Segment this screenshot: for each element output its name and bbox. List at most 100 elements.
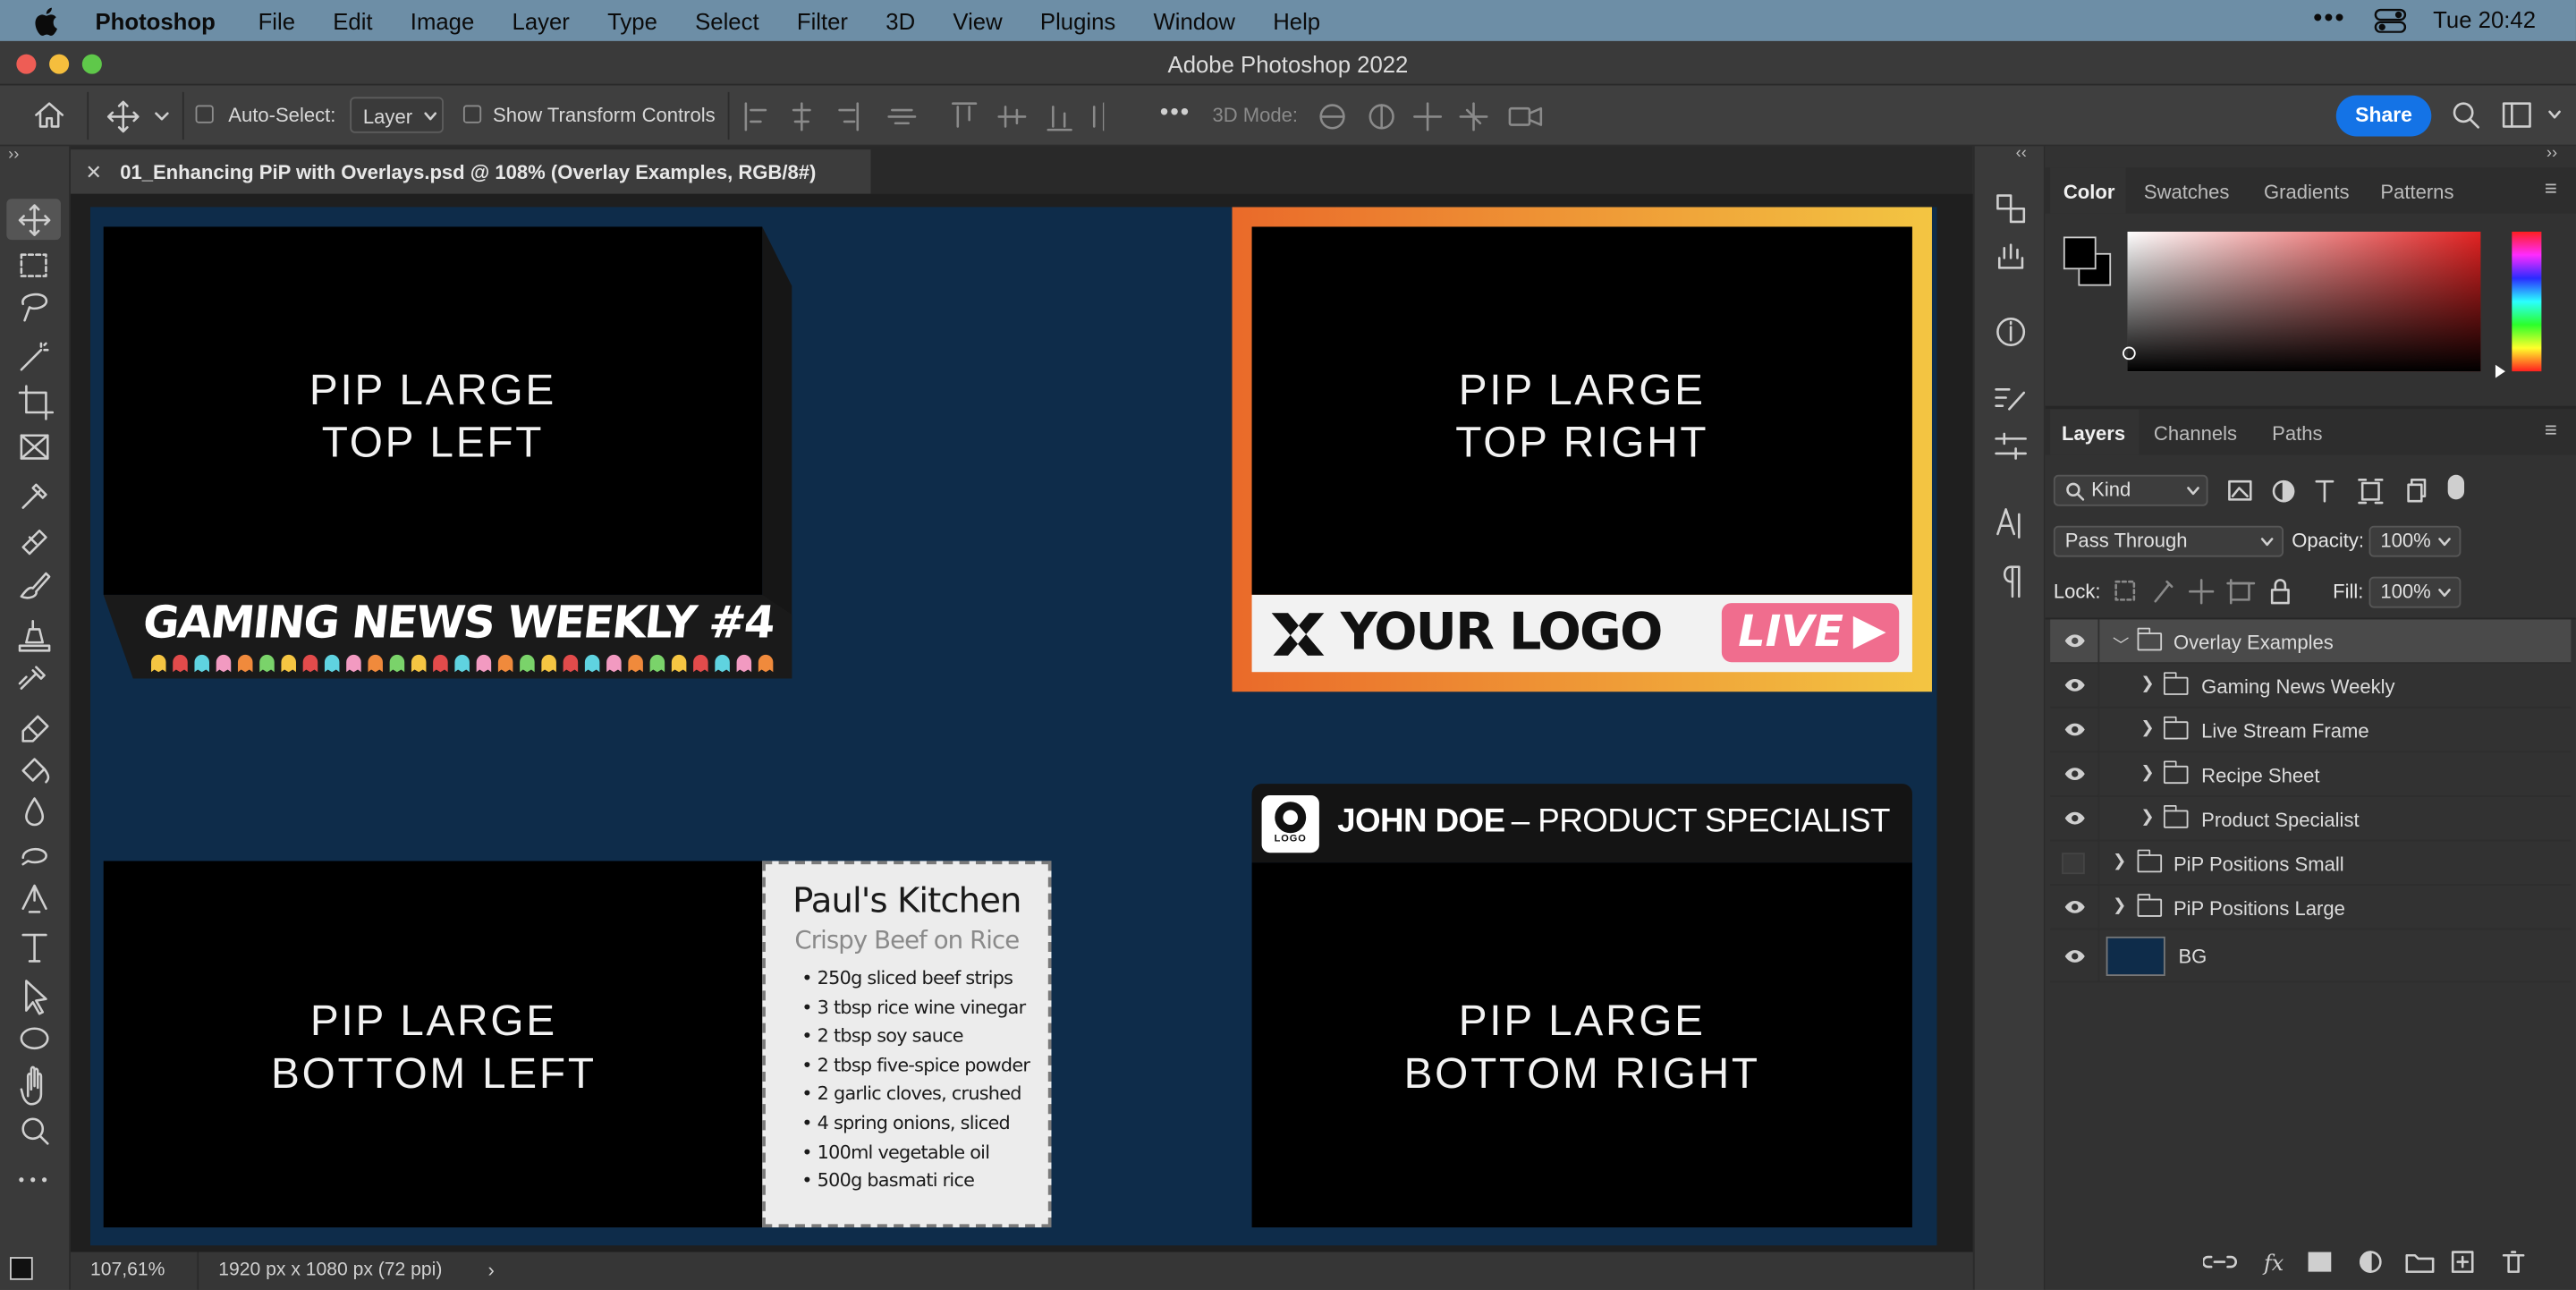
pip-top-right-line2: TOP RIGHT: [1455, 417, 1709, 467]
3d-mode-label: 3D Mode:: [1212, 103, 1299, 127]
recipe-item: • 250g sliced beef strips: [801, 967, 1013, 989]
tab-paths[interactable]: Paths: [2272, 422, 2322, 446]
menu-plugins[interactable]: Plugins: [1040, 7, 1115, 33]
menu-view[interactable]: View: [953, 7, 1002, 33]
layer-filter-kind[interactable]: Kind: [2053, 474, 2208, 506]
menu-3d[interactable]: 3D: [886, 7, 915, 33]
lock-option-icons[interactable]: [2113, 579, 2293, 605]
pip-top-left: PIP LARGE TOP LEFT: [103, 226, 763, 595]
fill-field[interactable]: 100%: [2368, 576, 2462, 608]
workspace-switcher-icon[interactable]: [2502, 102, 2564, 128]
search-icon[interactable]: [2451, 100, 2480, 130]
layers-panel-menu-icon[interactable]: ≡: [2545, 418, 2557, 443]
expand-group-icon[interactable]: ❯: [2113, 897, 2126, 915]
tab-channels[interactable]: Channels: [2154, 422, 2237, 446]
menu-image[interactable]: Image: [411, 7, 474, 33]
auto-select-value: Layer: [362, 105, 413, 129]
eye-icon[interactable]: [2063, 721, 2087, 737]
layer-row-pip-positions-large[interactable]: ❯ PiP Positions Large: [2050, 885, 2572, 930]
expand-group-icon[interactable]: ❯: [2113, 853, 2126, 870]
home-icon[interactable]: [33, 100, 66, 130]
tab-patterns[interactable]: Patterns: [2380, 181, 2453, 204]
visibility-toggle-off[interactable]: [2062, 853, 2085, 875]
pip-bottom-right: PIP LARGE BOTTOM RIGHT: [1251, 862, 1912, 1228]
3d-mode-icons[interactable]: [1316, 100, 1546, 133]
menu-layer[interactable]: Layer: [513, 7, 570, 33]
filter-toggle-switch[interactable]: [2447, 474, 2465, 500]
tab-color[interactable]: Color: [2063, 181, 2115, 204]
eye-icon[interactable]: [2063, 632, 2087, 649]
status-menu-chevron-icon[interactable]: ›: [487, 1259, 494, 1282]
layer-filter-type-icons[interactable]: [2228, 478, 2458, 505]
expand-group-icon[interactable]: ❯: [2140, 809, 2154, 827]
blend-mode-dropdown[interactable]: Pass Through: [2053, 525, 2284, 557]
collapse-strip-icon[interactable]: ‹‹: [2016, 145, 2027, 163]
expand-group-icon[interactable]: ❯: [2140, 764, 2154, 782]
menu-file[interactable]: File: [258, 7, 295, 33]
eye-icon[interactable]: [2063, 677, 2087, 693]
svg-text:fx: fx: [2262, 1251, 2284, 1276]
show-transform-checkbox[interactable]: [462, 105, 482, 123]
pip-bottom-left-line2: BOTTOM LEFT: [271, 1048, 597, 1098]
tool-preset-chevron-icon[interactable]: [155, 112, 170, 122]
opacity-field[interactable]: 100%: [2368, 525, 2462, 557]
menu-help[interactable]: Help: [1273, 7, 1320, 33]
move-tool-icon[interactable]: [106, 100, 140, 133]
tab-layers[interactable]: Layers: [2062, 422, 2125, 446]
menu-edit[interactable]: Edit: [333, 7, 372, 33]
ghost-icon: [476, 654, 492, 673]
hue-slider-handle-icon[interactable]: [2494, 363, 2507, 379]
menu-window[interactable]: Window: [1154, 7, 1235, 33]
menu-select[interactable]: Select: [695, 7, 758, 33]
close-tab-icon[interactable]: ✕: [86, 160, 102, 183]
eye-icon[interactable]: [2063, 810, 2087, 826]
foreground-color[interactable]: [2063, 236, 2097, 270]
control-center-icon[interactable]: [2374, 8, 2407, 33]
fill-label: Fill:: [2333, 580, 2364, 604]
menu-type[interactable]: Type: [607, 7, 657, 33]
zoom-level[interactable]: 107,61%: [90, 1260, 165, 1280]
eye-icon[interactable]: [2063, 899, 2087, 915]
foreground-color-swatch[interactable]: [10, 1257, 33, 1280]
menu-app-photoshop[interactable]: Photoshop: [96, 7, 216, 33]
share-button[interactable]: Share: [2335, 95, 2432, 137]
collapse-panels-icon[interactable]: ››: [2546, 145, 2557, 163]
hue-slider[interactable]: [2512, 231, 2542, 372]
eye-icon[interactable]: [2063, 948, 2087, 964]
color-field[interactable]: [2123, 231, 2481, 372]
expand-group-icon[interactable]: ❯: [2140, 675, 2154, 693]
layers-footer-icons[interactable]: fx: [2203, 1247, 2548, 1277]
auto-select-checkbox[interactable]: [195, 105, 214, 123]
gaming-news-overlay: PIP LARGE TOP LEFT GAMING NEWS WEEKLY #4: [103, 226, 793, 679]
layer-row-product-specialist[interactable]: ❯ Product Specialist: [2050, 796, 2572, 842]
layer-row-overlay-examples[interactable]: ﹀ Overlay Examples: [2050, 619, 2572, 665]
panel-strip-icons[interactable]: [1991, 189, 2030, 599]
layer-row-pip-positions-small[interactable]: ❯ PiP Positions Small: [2050, 841, 2572, 886]
document-tab[interactable]: ✕ 01_Enhancing PiP with Overlays.psd @ 1…: [70, 149, 871, 194]
layer-row-bg[interactable]: BG: [2050, 929, 2572, 983]
canvas[interactable]: PIP LARGE TOP LEFT GAMING NEWS WEEKLY #4…: [90, 207, 1937, 1246]
ghost-icon: [541, 654, 556, 673]
pip-bottom-right-line1: PIP LARGE: [1458, 996, 1706, 1046]
eye-icon[interactable]: [2063, 766, 2087, 782]
recipe-subtitle: Crispy Beef on Rice: [794, 925, 1020, 955]
collapse-group-icon[interactable]: ﹀: [2113, 631, 2129, 656]
more-options-icon[interactable]: •••: [1160, 98, 1191, 126]
apple-icon[interactable]: [35, 5, 61, 35]
menu-filter[interactable]: Filter: [797, 7, 848, 33]
window-titlebar: Adobe Photoshop 2022: [0, 40, 2576, 86]
expand-group-icon[interactable]: ❯: [2140, 719, 2154, 737]
layer-thumbnail: [2106, 936, 2165, 976]
align-distribute-icons[interactable]: [742, 100, 1105, 133]
color-panel-menu-icon[interactable]: ≡: [2545, 176, 2557, 201]
ghost-icon: [150, 654, 166, 673]
color-panel-tabs: Color Swatches Gradients Patterns ≡: [2045, 167, 2576, 214]
layer-row-gaming-news-weekly[interactable]: ❯ Gaming News Weekly: [2050, 664, 2572, 709]
more-dots-icon[interactable]: •••: [2313, 5, 2345, 35]
layer-row-recipe-sheet[interactable]: ❯ Recipe Sheet: [2050, 752, 2572, 797]
layer-row-live-stream-frame[interactable]: ❯ Live Stream Frame: [2050, 708, 2572, 753]
tab-swatches[interactable]: Swatches: [2144, 181, 2230, 204]
collapse-tools-icon[interactable]: ››: [8, 146, 19, 164]
tab-gradients[interactable]: Gradients: [2264, 181, 2350, 204]
auto-select-dropdown[interactable]: Layer: [350, 97, 444, 133]
